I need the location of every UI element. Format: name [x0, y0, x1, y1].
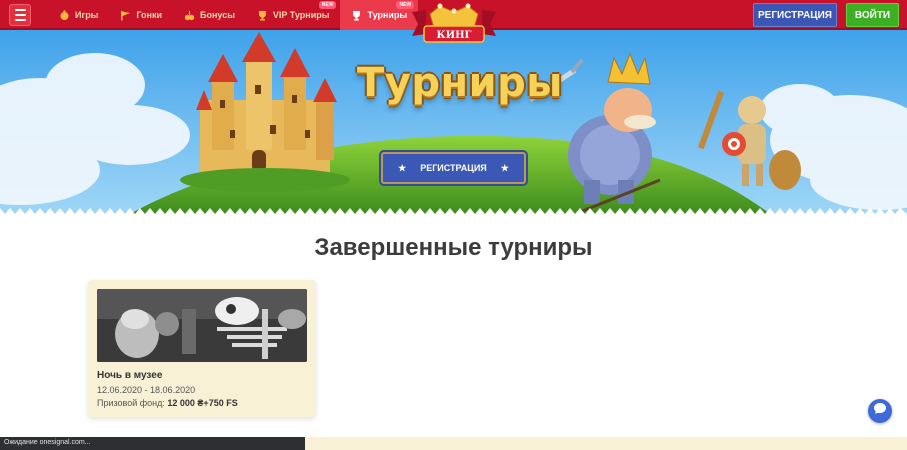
menu-line [14, 19, 26, 21]
hero-banner: Турниры ★ РЕГИСТРАЦИЯ ★ [0, 30, 907, 214]
login-button[interactable]: ВОЙТИ [846, 3, 899, 27]
star-icon: ★ [398, 162, 407, 173]
king-logo[interactable]: КИНГ [408, 0, 500, 46]
bonus-icon [184, 10, 195, 21]
flag-icon [120, 10, 131, 21]
main-nav: Игры Гонки Бонусы VIP Турниры NEW Турнир… [48, 0, 419, 30]
prize-value: 12 000 ₴+750 FS [167, 398, 238, 408]
tournament-dates: 12.06.2020 - 18.06.2020 [97, 385, 196, 395]
tournament-image [97, 289, 307, 362]
browser-status-bar: Ожидание onesignal.com... [0, 437, 305, 450]
star-icon: ★ [500, 162, 509, 173]
hero-illustration [0, 30, 907, 214]
logo-text: КИНГ [437, 30, 472, 41]
nav-item-games[interactable]: Игры [48, 0, 109, 30]
page: Игры Гонки Бонусы VIP Турниры NEW Турнир… [0, 0, 907, 450]
section-title: Завершенные турниры [314, 234, 593, 261]
nav-label: Гонки [136, 10, 163, 20]
trophy-icon [351, 10, 362, 21]
chat-icon [873, 402, 887, 420]
games-icon [59, 10, 70, 21]
tournament-prize: Призовой фонд: 12 000 ₴+750 FS [97, 398, 238, 408]
menu-button[interactable] [9, 4, 31, 26]
register-button[interactable]: РЕГИСТРАЦИЯ [753, 3, 837, 27]
hero-register-label: РЕГИСТРАЦИЯ [420, 163, 487, 173]
nav-item-races[interactable]: Гонки [109, 0, 173, 30]
tournament-card[interactable]: Ночь в музее 12.06.2020 - 18.06.2020 При… [88, 280, 316, 417]
prize-label: Призовой фонд: [97, 398, 165, 408]
nav-item-tournaments[interactable]: Турниры NEW [340, 0, 419, 30]
nav-label: VIP Турниры [272, 10, 330, 20]
nav-label: Бонусы [200, 10, 235, 20]
nav-item-bonuses[interactable]: Бонусы [173, 0, 246, 30]
hero-register-button[interactable]: ★ РЕГИСТРАЦИЯ ★ [381, 152, 526, 184]
trophy-icon [257, 10, 268, 21]
top-navbar: Игры Гонки Бонусы VIP Турниры NEW Турнир… [0, 0, 907, 43]
nav-item-vip-tournaments[interactable]: VIP Турниры NEW [246, 0, 341, 30]
new-badge: NEW [318, 1, 337, 9]
chat-button[interactable] [868, 399, 892, 423]
tournament-name: Ночь в музее [97, 370, 163, 381]
nav-label: Турниры [367, 10, 408, 20]
menu-line [14, 14, 26, 16]
menu-line [14, 9, 26, 11]
hero-title: Турниры [357, 60, 563, 106]
nav-label: Игры [75, 10, 99, 20]
